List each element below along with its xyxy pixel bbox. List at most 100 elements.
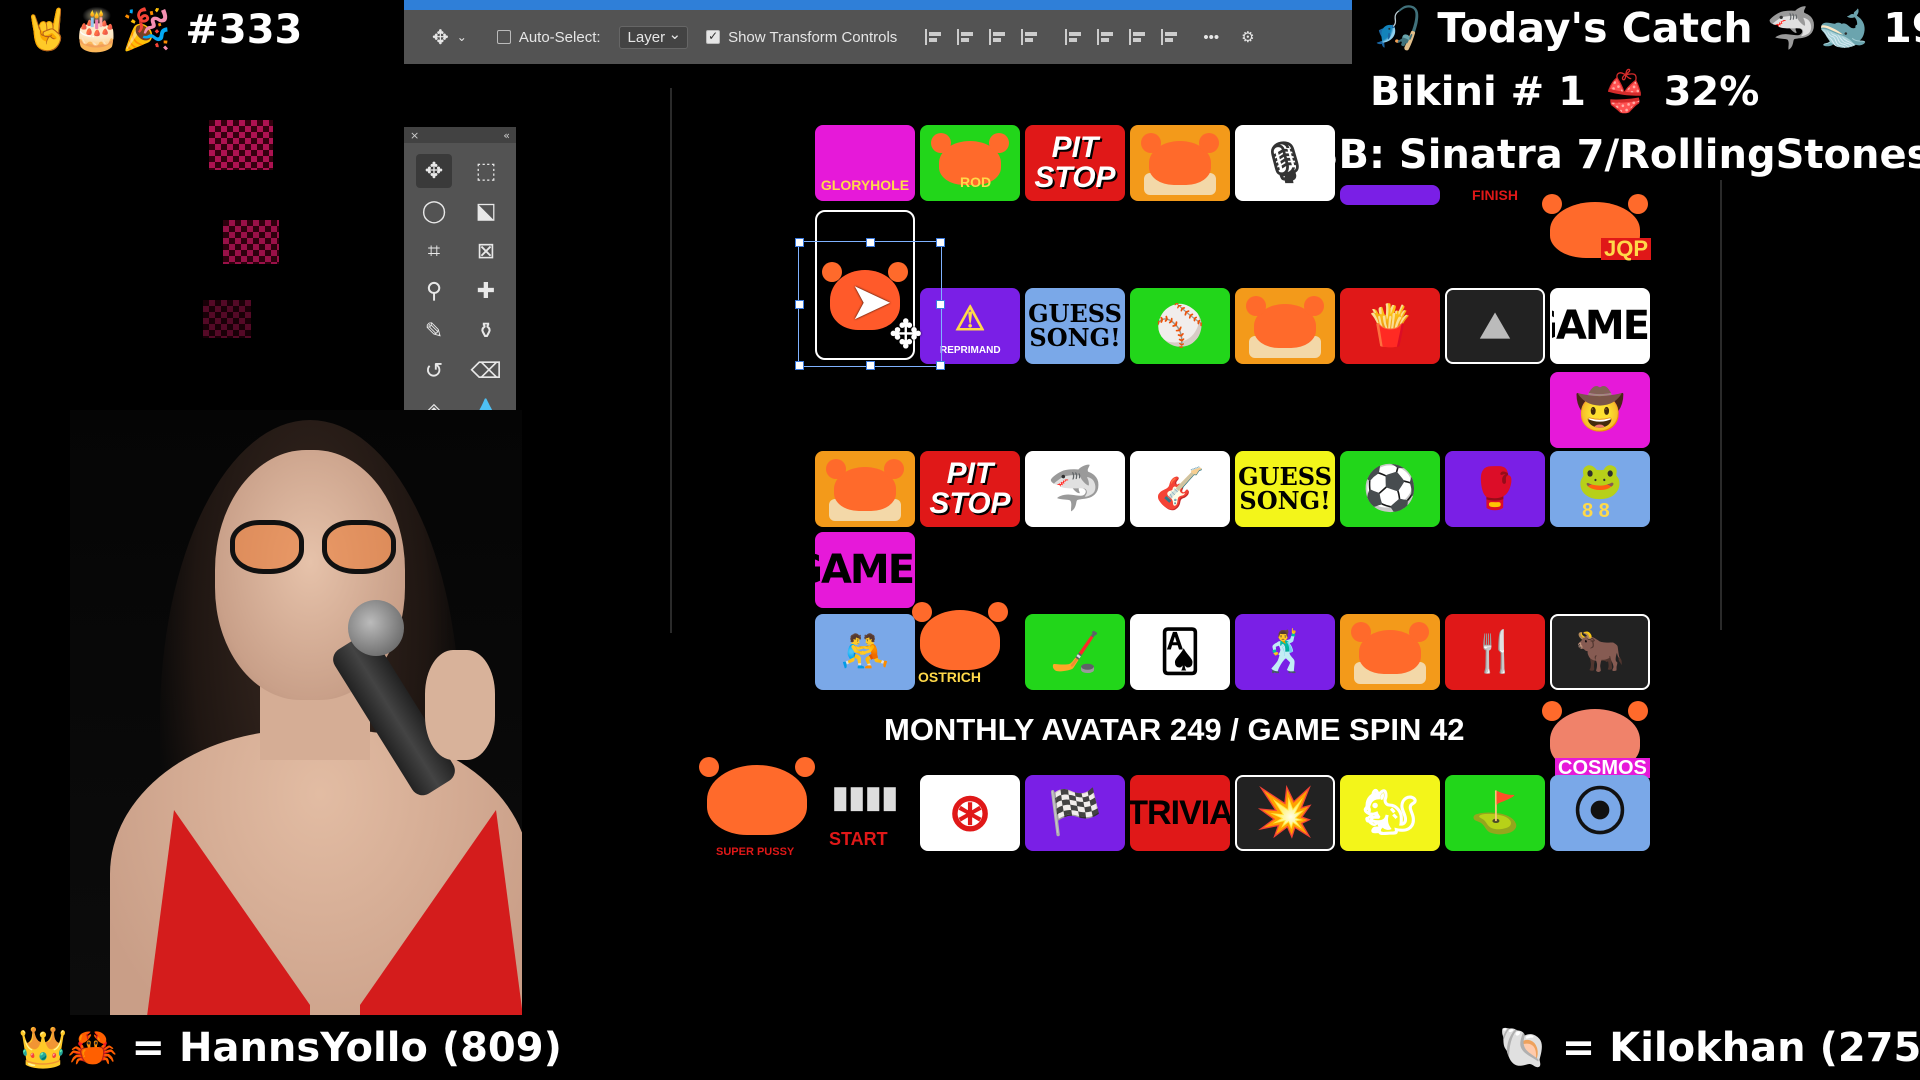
tile-finish: FINISH (1445, 185, 1545, 205)
layer-select-value[interactable]: Layer (618, 25, 689, 49)
warning-icon: ⚠ (954, 300, 986, 338)
streamer-hand (425, 650, 495, 760)
tile-rod-crab: ROD (920, 125, 1020, 201)
bull-icon: 🐂 (1575, 630, 1625, 674)
checkered-flag-icon: 🏁 (1047, 788, 1103, 837)
baseball-icon: ⚾ (1155, 304, 1205, 348)
tile-label: GUESS SONG! (1028, 299, 1122, 352)
hand-cake-party-icon: 🤘🎂🎉 (22, 7, 172, 53)
healing-brush-tool-icon[interactable]: ✚ (468, 274, 504, 308)
transform-handle[interactable] (866, 238, 875, 247)
tile-baseball: ⚾ (1130, 288, 1230, 364)
auto-select-box[interactable] (496, 30, 511, 44)
flag-icon (223, 220, 279, 264)
tile-frog-88: 🐸 8 8 (1550, 451, 1650, 527)
toolbar-header: × « (404, 127, 516, 143)
bottom-right-leader: 🐚 = Kilokhan (275) (1498, 1024, 1920, 1071)
bikini-icon: 👙 (1599, 69, 1650, 115)
align-top-icon[interactable] (1065, 29, 1083, 45)
tile-checkered-flag: 🏁 (1025, 775, 1125, 851)
tile-crab-cake (815, 451, 915, 527)
move-tool-preset[interactable]: ✥ ⌄ (432, 25, 467, 50)
transform-handle[interactable] (936, 300, 945, 309)
canvas-edge (1720, 180, 1722, 630)
tile-label: 8 8 (1582, 500, 1610, 522)
align-middle-icon[interactable] (1097, 29, 1115, 45)
tile-microphone: 🎙 (1235, 125, 1335, 201)
eraser-tool-icon[interactable]: ⌫ (468, 354, 504, 388)
tile-games: GAMES (1550, 288, 1650, 364)
crab-icon (1351, 622, 1429, 674)
eyedropper-tool-icon[interactable]: ⚲ (416, 274, 452, 308)
layer-select[interactable]: Layer (618, 25, 689, 49)
photo-icon: ⛰ (1479, 305, 1511, 346)
photoshop-options-bar: ✥ ⌄ Auto-Select: Layer Show Transform Co… (404, 0, 1352, 64)
bikini-value: 32% (1663, 69, 1760, 115)
tire-icon: ⦿ (1573, 784, 1626, 842)
tile-guess-song: GUESS SONG! (1025, 288, 1125, 364)
tile-label: REPRIMAND (940, 345, 1001, 356)
tile-spin-wheel[interactable]: ⊛ (920, 775, 1020, 851)
pointer-cursor-icon: ➤ (849, 272, 893, 332)
microphone-icon: 🎙 (1259, 141, 1311, 185)
tile-label: TRIVIA (1130, 794, 1230, 832)
soccer-ball-icon: ⚽ (1362, 464, 1418, 513)
tile-label: SUPER PUSSY (716, 846, 795, 858)
lasso-tool-icon[interactable]: ◯ (416, 194, 452, 228)
transform-handle[interactable] (795, 238, 804, 247)
transform-handle[interactable] (936, 238, 945, 247)
bb-stat: BB: Sinatra 7/RollingStones 8 (1302, 132, 1920, 178)
microphone-icon (348, 600, 404, 656)
shark-icon: 🦈 (1047, 464, 1103, 513)
tile-crab-cake (1235, 288, 1335, 364)
close-icon[interactable]: × (410, 129, 419, 142)
transform-handle[interactable] (795, 361, 804, 370)
catch-label: Today's Catch (1437, 4, 1753, 52)
tile-label: START (829, 829, 888, 849)
bb-label: BB: Sinatra 7/RollingStones 8 (1308, 132, 1920, 178)
tile-golf: ⛳ (1445, 775, 1545, 851)
crab-icon (699, 757, 815, 835)
start-lights-icon: ▮▮▮▮ (831, 781, 899, 814)
boxing-glove-icon: 🥊 (1470, 467, 1520, 511)
transform-selection[interactable]: ✥ ➤ (795, 238, 945, 370)
crop-tool-icon[interactable]: ⌗ (416, 234, 452, 268)
object-select-tool-icon[interactable]: ⬕ (468, 194, 504, 228)
transform-handle[interactable] (936, 361, 945, 370)
history-brush-tool-icon[interactable]: ↺ (416, 354, 452, 388)
align-left-icon[interactable] (925, 29, 943, 45)
bikini-stat: Bikini # 1 👙 32% (1370, 68, 1759, 115)
dancer-icon: 🕺 (1260, 630, 1310, 674)
transform-controls-box[interactable] (706, 29, 721, 44)
crab-icon (912, 602, 1008, 670)
tile-boxing: 🥊 (1445, 451, 1545, 527)
brush-tool-icon[interactable]: ✎ (416, 314, 452, 348)
canvas-edge (670, 88, 672, 633)
shell-icon: 🐚 (1498, 1025, 1548, 1071)
distribute-vertical-icon[interactable] (1161, 29, 1179, 45)
distribute-icon[interactable] (1021, 29, 1039, 45)
fries-icon: 🍟 (1365, 304, 1415, 348)
gear-icon[interactable]: ⚙ (1241, 28, 1254, 46)
stamp-tool-icon[interactable]: ⚱ (468, 314, 504, 348)
more-options-icon[interactable]: ••• (1203, 29, 1219, 46)
tile-tire: ⦿ (1550, 775, 1650, 851)
auto-select-checkbox[interactable]: Auto-Select: (496, 29, 601, 46)
transform-handle[interactable] (795, 300, 804, 309)
tile-fries: 🍟 (1340, 288, 1440, 364)
bottom-left-leader: 👑🦀 = HannsYollo (809) (18, 1024, 562, 1071)
align-bottom-icon[interactable] (1129, 29, 1147, 45)
bikini-label: Bikini # 1 (1370, 69, 1586, 115)
transform-controls-checkbox[interactable]: Show Transform Controls (706, 29, 897, 46)
leader-label-right: = Kilokhan (275) (1561, 1025, 1920, 1071)
align-right-icon[interactable] (989, 29, 1007, 45)
tile-label: GUESS SONG! (1238, 462, 1332, 515)
move-tool-icon[interactable]: ✥ (416, 154, 452, 188)
tile-label: ROD (960, 174, 992, 190)
tile-gloryhole: GLORYHOLE (815, 125, 915, 201)
transform-handle[interactable] (866, 361, 875, 370)
marquee-tool-icon[interactable]: ⬚ (468, 154, 504, 188)
collapse-icon[interactable]: « (503, 129, 510, 142)
align-center-icon[interactable] (957, 29, 975, 45)
frame-tool-icon[interactable]: ⊠ (468, 234, 504, 268)
